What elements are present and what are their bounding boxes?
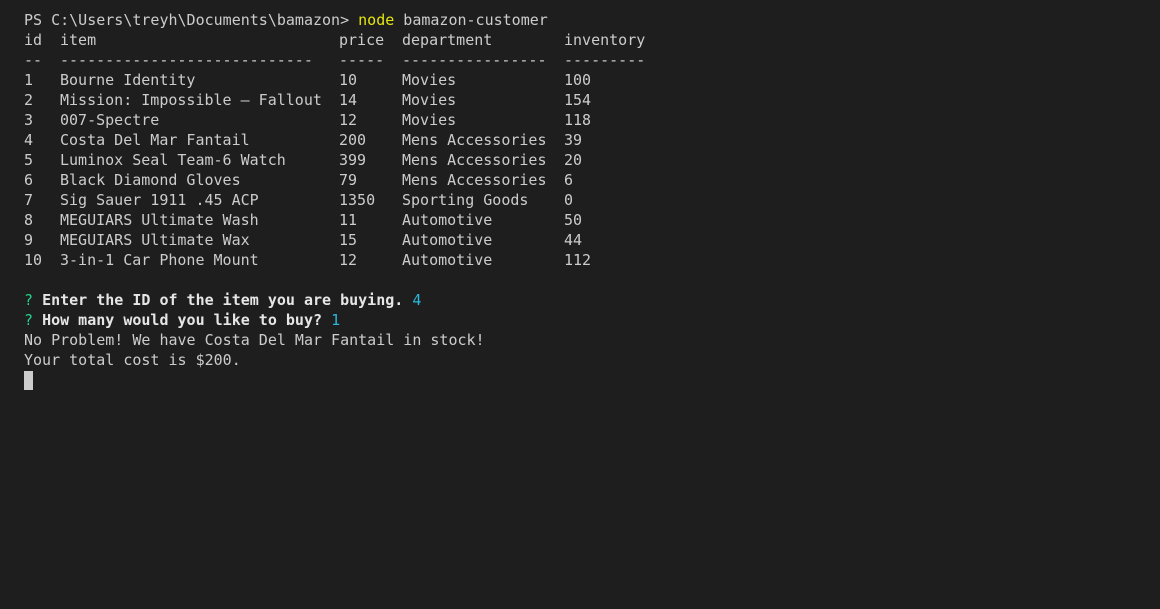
- table-row: 8 MEGUIARS Ultimate Wash 11 Automotive 5…: [24, 210, 1160, 230]
- cell-department: Automotive: [402, 211, 493, 229]
- table-row: 2 Mission: Impossible – Fallout 14 Movie…: [24, 90, 1160, 110]
- table-row: 6 Black Diamond Gloves 79 Mens Accessori…: [24, 170, 1160, 190]
- cell-department: Movies: [402, 111, 457, 129]
- cell-price: 14: [339, 91, 358, 109]
- output-line: Your total cost is $200.: [24, 351, 241, 369]
- cell-inventory: 0: [564, 191, 574, 209]
- cell-id: 2: [24, 91, 34, 109]
- cell-id: 3: [24, 111, 34, 129]
- cell-price: 399: [339, 151, 367, 169]
- header-id: id: [24, 31, 43, 49]
- cell-price: 79: [339, 171, 358, 189]
- cell-price: 200: [339, 131, 367, 149]
- table-row: 10 3-in-1 Car Phone Mount 12 Automotive …: [24, 250, 1160, 270]
- cell-department: Movies: [402, 71, 457, 89]
- cell-price: 10: [339, 71, 358, 89]
- cell-item: MEGUIARS Ultimate Wax: [60, 231, 250, 249]
- cell-item: Mission: Impossible – Fallout: [60, 91, 322, 109]
- header-price: price: [339, 31, 385, 49]
- cell-item: 3-in-1 Car Phone Mount: [60, 251, 259, 269]
- table-row: 3 007-Spectre 12 Movies 118: [24, 110, 1160, 130]
- cell-id: 1: [24, 71, 34, 89]
- cell-item: Luminox Seal Team-6 Watch: [60, 151, 286, 169]
- command-args: bamazon-customer: [403, 11, 548, 29]
- cell-item: Black Diamond Gloves: [60, 171, 241, 189]
- cell-department: Sporting Goods: [402, 191, 529, 209]
- cell-price: 12: [339, 251, 358, 269]
- table-row: 1 Bourne Identity 10 Movies 100: [24, 70, 1160, 90]
- separator-department: ----------------: [402, 51, 547, 69]
- terminal-window[interactable]: PS C:\Users\treyh\Documents\bamazon> nod…: [0, 0, 1160, 609]
- prompt-path: PS C:\Users\treyh\Documents\bamazon>: [24, 11, 350, 29]
- cell-item: Sig Sauer 1911 .45 ACP: [60, 191, 259, 209]
- command-name: node: [358, 11, 395, 29]
- question-line: ? Enter the ID of the item you are buyin…: [24, 290, 1160, 310]
- cell-price: 15: [339, 231, 358, 249]
- prompt-line: PS C:\Users\treyh\Documents\bamazon> nod…: [24, 10, 1160, 30]
- cell-price: 1350: [339, 191, 376, 209]
- cell-department: Mens Accessories: [402, 151, 547, 169]
- table-header: id item price department inventory: [24, 30, 1160, 50]
- cell-department: Automotive: [402, 231, 493, 249]
- cell-inventory: 44: [564, 231, 583, 249]
- question-mark: ?: [24, 311, 34, 329]
- table-row: 5 Luminox Seal Team-6 Watch 399 Mens Acc…: [24, 150, 1160, 170]
- cell-inventory: 50: [564, 211, 583, 229]
- cell-inventory: 100: [564, 71, 592, 89]
- cell-inventory: 20: [564, 151, 583, 169]
- table-row: 9 MEGUIARS Ultimate Wax 15 Automotive 44: [24, 230, 1160, 250]
- cell-id: 8: [24, 211, 34, 229]
- cell-department: Mens Accessories: [402, 131, 547, 149]
- header-item: item: [60, 31, 97, 49]
- question-answer: 4: [412, 291, 422, 309]
- terminal-cursor[interactable]: [24, 371, 33, 390]
- question-text: Enter the ID of the item you are buying.: [42, 291, 404, 309]
- cell-inventory: 154: [564, 91, 592, 109]
- cell-price: 11: [339, 211, 358, 229]
- table-row: 4 Costa Del Mar Fantail 200 Mens Accesso…: [24, 130, 1160, 150]
- cell-item: MEGUIARS Ultimate Wash: [60, 211, 259, 229]
- cell-department: Automotive: [402, 251, 493, 269]
- cell-inventory: 112: [564, 251, 592, 269]
- question-text: How many would you like to buy?: [42, 311, 323, 329]
- question-line: ? How many would you like to buy? 1: [24, 310, 1160, 330]
- header-department: department: [402, 31, 493, 49]
- cell-id: 7: [24, 191, 34, 209]
- separator-inventory: ---------: [564, 51, 646, 69]
- cell-department: Movies: [402, 91, 457, 109]
- cell-id: 6: [24, 171, 34, 189]
- cell-price: 12: [339, 111, 358, 129]
- separator-item: ----------------------------: [60, 51, 313, 69]
- table-row: 7 Sig Sauer 1911 .45 ACP 1350 Sporting G…: [24, 190, 1160, 210]
- cell-id: 4: [24, 131, 34, 149]
- cell-inventory: 118: [564, 111, 592, 129]
- separator-id: --: [24, 51, 43, 69]
- cell-department: Mens Accessories: [402, 171, 547, 189]
- header-inventory: inventory: [564, 31, 646, 49]
- cell-inventory: 6: [564, 171, 574, 189]
- cell-item: Bourne Identity: [60, 71, 196, 89]
- output-line: No Problem! We have Costa Del Mar Fantai…: [24, 331, 485, 349]
- cell-id: 10: [24, 251, 43, 269]
- question-answer: 1: [331, 311, 341, 329]
- table-separator: -- ---------------------------- ----- --…: [24, 50, 1160, 70]
- cell-item: Costa Del Mar Fantail: [60, 131, 250, 149]
- question-mark: ?: [24, 291, 34, 309]
- cell-inventory: 39: [564, 131, 583, 149]
- cell-item: 007-Spectre: [60, 111, 160, 129]
- cell-id: 9: [24, 231, 34, 249]
- cell-id: 5: [24, 151, 34, 169]
- separator-price: -----: [339, 51, 385, 69]
